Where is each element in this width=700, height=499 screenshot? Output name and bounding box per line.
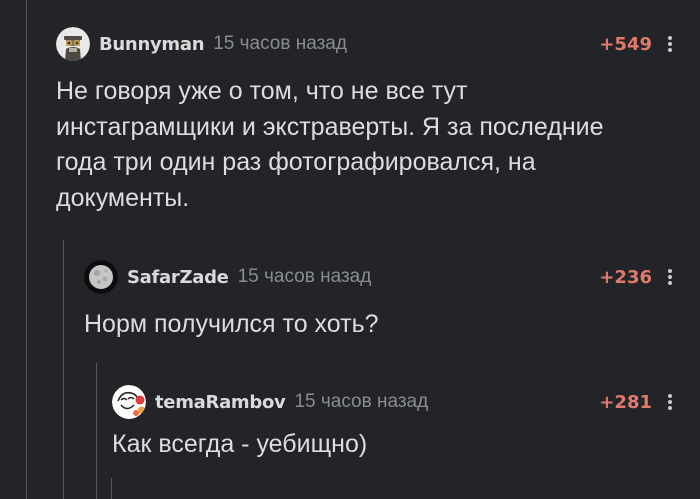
comment-header: Bunnyman 15 часов назад bbox=[56, 27, 347, 61]
rating: +549 bbox=[599, 33, 652, 55]
comment-text-line: документы. bbox=[56, 183, 190, 212]
comment-text-line: года три один раз фотографировался, на bbox=[56, 148, 536, 176]
timestamp[interactable]: 15 часов назад bbox=[213, 33, 347, 55]
comment-text: Не говоря уже о том, что не все тут инст… bbox=[56, 74, 604, 216]
bunnyman-avatar-icon[interactable] bbox=[56, 27, 90, 61]
comment-text-line: Норм получился то хоть? bbox=[84, 310, 379, 338]
timestamp[interactable]: 15 часов назад bbox=[294, 391, 428, 413]
more-options-icon[interactable] bbox=[662, 385, 678, 419]
username[interactable]: temaRambov bbox=[155, 392, 286, 413]
comment-text-line: инстаграмщики и экстраверты. Я за послед… bbox=[56, 112, 604, 141]
comment-bunnyman: Bunnyman 15 часов назад +549 Не говоря у… bbox=[56, 27, 700, 227]
more-options-icon[interactable] bbox=[662, 27, 678, 61]
meme-face-avatar-icon[interactable] bbox=[112, 385, 146, 419]
thread-line-level-3 bbox=[96, 363, 97, 499]
timestamp[interactable]: 15 часов назад bbox=[238, 266, 372, 288]
comment-temarambov: temaRambov 15 часов назад +281 Как всегд… bbox=[112, 385, 700, 475]
comment-safarzade: SafarZade 15 часов назад +236 Норм получ… bbox=[84, 260, 700, 350]
comment-text-line: Как всегда - уебищно) bbox=[112, 430, 368, 458]
rating: +281 bbox=[599, 391, 652, 413]
thread-line-level-1 bbox=[26, 0, 27, 499]
moon-avatar-icon[interactable] bbox=[84, 260, 118, 294]
rating: +236 bbox=[599, 266, 652, 288]
comment-header: temaRambov 15 часов назад bbox=[112, 385, 428, 419]
thread-line-level-2 bbox=[63, 240, 64, 499]
more-options-icon[interactable] bbox=[662, 260, 678, 294]
comment-text-line: Не говоря уже о том, что не все тут bbox=[56, 77, 468, 105]
username[interactable]: Bunnyman bbox=[99, 34, 205, 55]
comment-text: Как всегда - уебищно) bbox=[112, 427, 367, 463]
thread-line-level-4 bbox=[111, 478, 112, 499]
username[interactable]: SafarZade bbox=[127, 267, 229, 288]
comment-text: Норм получился то хоть? bbox=[84, 307, 379, 343]
comment-header: SafarZade 15 часов назад bbox=[84, 260, 371, 294]
